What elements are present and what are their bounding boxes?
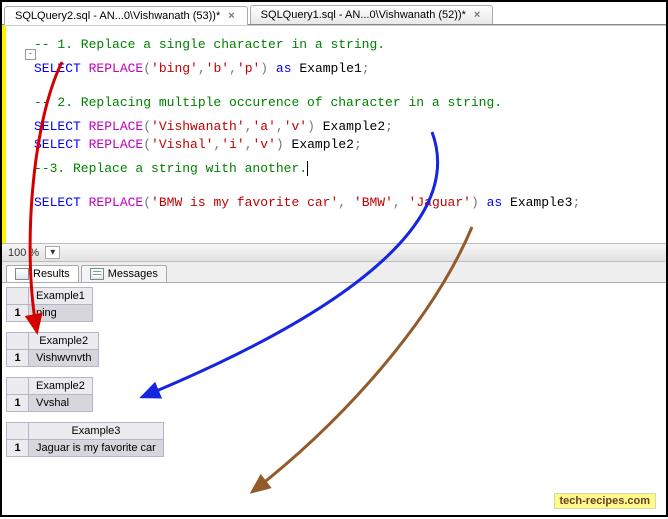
code-line: SELECT REPLACE('Vishwanath','a','v') Exa… xyxy=(34,118,660,136)
row-number: 1 xyxy=(7,395,29,412)
code-line: SELECT REPLACE('bing','b','p') as Exampl… xyxy=(34,60,660,78)
tab-query2[interactable]: SQLQuery2.sql - AN...0\Vishwanath (53))*… xyxy=(4,6,248,25)
gutter: - xyxy=(10,26,28,243)
watermark: tech-recipes.com xyxy=(554,493,656,509)
grid-corner[interactable] xyxy=(7,423,29,440)
tab-query1[interactable]: SQLQuery1.sql - AN...0\Vishwanath (52))*… xyxy=(250,5,494,24)
column-header[interactable]: Example2 xyxy=(29,378,93,395)
result-grid: Example1 1ping xyxy=(6,287,662,322)
cell-value[interactable]: Vvshal xyxy=(29,395,93,412)
grid-corner[interactable] xyxy=(7,378,29,395)
cell-value[interactable]: ping xyxy=(29,305,93,322)
messages-icon xyxy=(90,268,104,280)
zoom-bar: 100 % ▾ xyxy=(2,243,666,262)
collapse-icon[interactable]: - xyxy=(25,49,36,60)
row-number: 1 xyxy=(7,440,29,457)
row-number: 1 xyxy=(7,305,29,322)
sql-editor[interactable]: - -- 1. Replace a single character in a … xyxy=(2,25,666,243)
document-tabs: SQLQuery2.sql - AN...0\Vishwanath (53))*… xyxy=(2,2,666,25)
result-tabs: Results Messages xyxy=(2,262,666,283)
dropdown-icon[interactable]: ▾ xyxy=(45,246,60,259)
grid-icon xyxy=(15,268,29,280)
comment: -- 1. Replace a single character in a st… xyxy=(34,36,660,54)
close-icon[interactable]: × xyxy=(226,10,236,22)
tab-label: Messages xyxy=(108,268,158,280)
tab-label: SQLQuery1.sql - AN...0\Vishwanath (52))* xyxy=(261,9,466,21)
cell-value[interactable]: Jaguar is my favorite car xyxy=(29,440,164,457)
tab-messages[interactable]: Messages xyxy=(81,265,167,282)
result-grid: Example2 1Vishwvnvth xyxy=(6,332,662,367)
tab-label: Results xyxy=(33,268,70,280)
result-grid: Example3 1Jaguar is my favorite car xyxy=(6,422,662,457)
close-icon[interactable]: × xyxy=(472,9,482,21)
table-row[interactable]: 1Jaguar is my favorite car xyxy=(7,440,164,457)
grid-corner[interactable] xyxy=(7,333,29,350)
cell-value[interactable]: Vishwvnvth xyxy=(29,350,99,367)
result-grid: Example2 1Vvshal xyxy=(6,377,662,412)
table-row[interactable]: 1Vvshal xyxy=(7,395,93,412)
column-header[interactable]: Example1 xyxy=(29,288,93,305)
column-header[interactable]: Example3 xyxy=(29,423,164,440)
zoom-value: 100 % xyxy=(8,247,39,259)
comment: --3. Replace a string with another. xyxy=(34,160,660,178)
table-row[interactable]: 1Vishwvnvth xyxy=(7,350,99,367)
comment: -- 2. Replacing multiple occurence of ch… xyxy=(34,94,660,112)
grid-corner[interactable] xyxy=(7,288,29,305)
tab-results[interactable]: Results xyxy=(6,265,79,282)
column-header[interactable]: Example2 xyxy=(29,333,99,350)
code-line: SELECT REPLACE('Vishal','i','v') Example… xyxy=(34,136,660,154)
code-line: SELECT REPLACE('BMW is my favorite car',… xyxy=(34,194,660,212)
tab-label: SQLQuery2.sql - AN...0\Vishwanath (53))* xyxy=(15,10,220,22)
table-row[interactable]: 1ping xyxy=(7,305,93,322)
results-pane[interactable]: Example1 1ping Example2 1Vishwvnvth Exam… xyxy=(2,283,666,499)
row-number: 1 xyxy=(7,350,29,367)
